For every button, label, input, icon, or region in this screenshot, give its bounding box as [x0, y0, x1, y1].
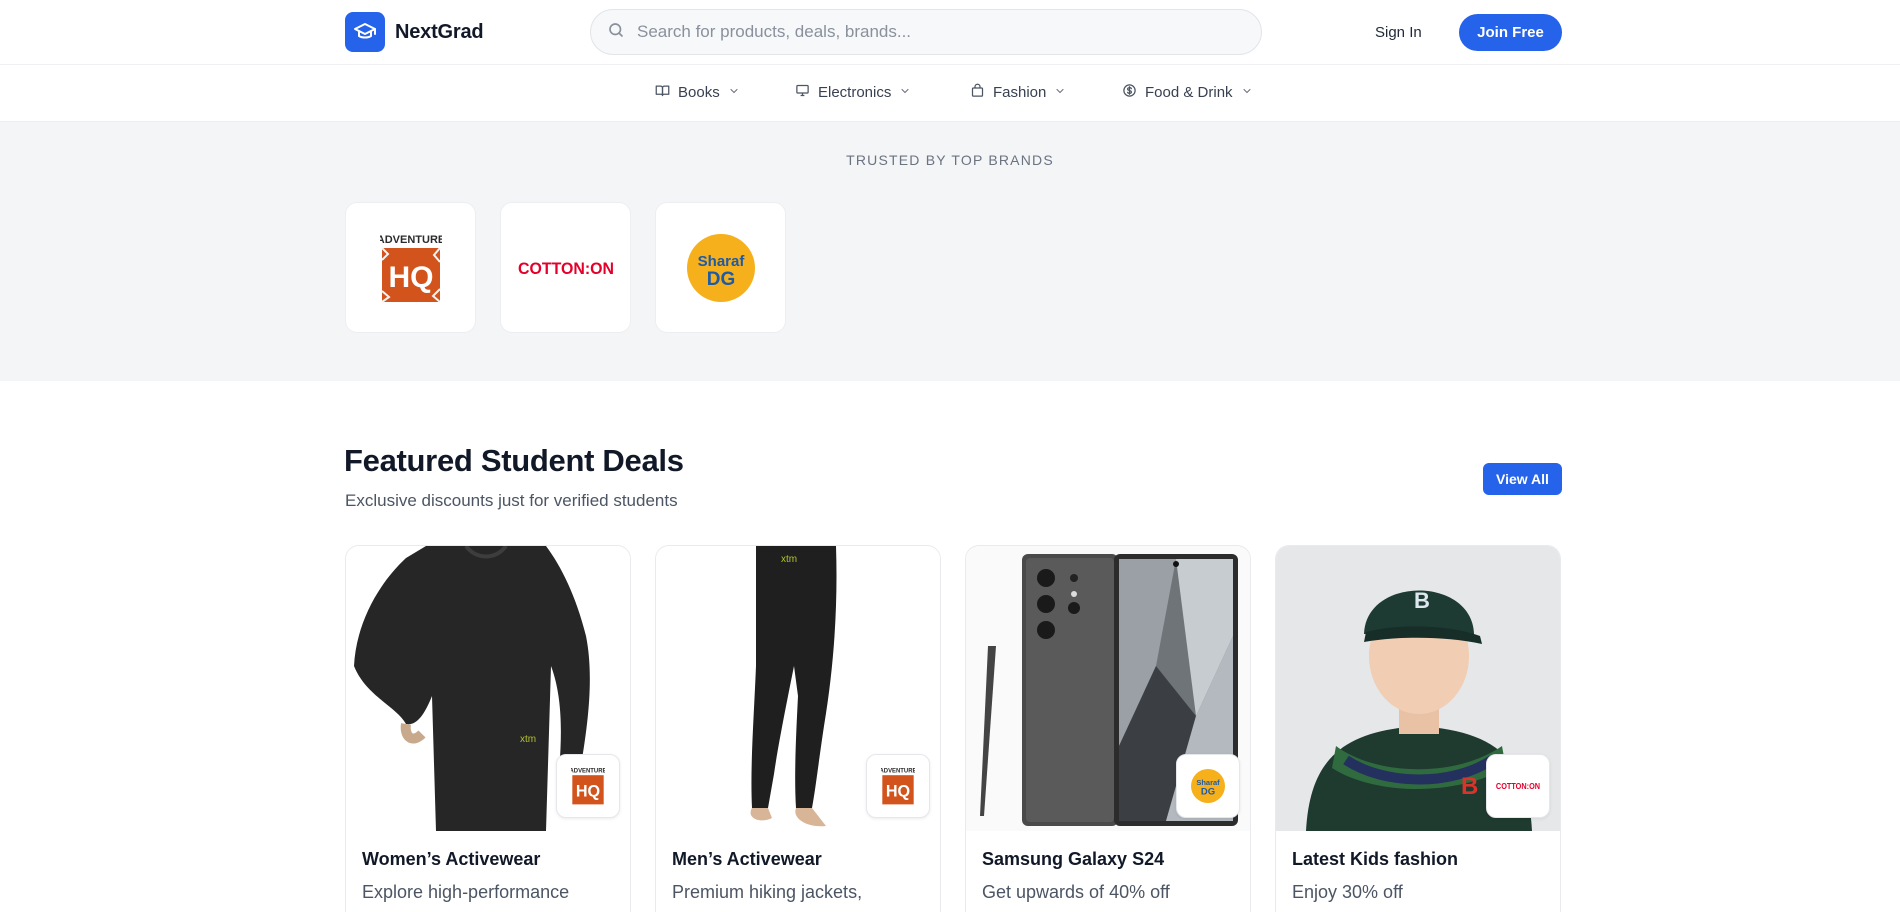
brand-tile-adventure-hq[interactable]: ADVENTURE HQ: [345, 202, 476, 333]
svg-text:DG: DG: [706, 269, 735, 290]
monitor-icon: [795, 83, 810, 102]
deal-title: Samsung Galaxy S24: [982, 849, 1165, 869]
nav-item-food-drink[interactable]: Food & Drink: [1122, 83, 1253, 102]
shopping-bag-icon: [970, 83, 985, 102]
deal-card-womens-activewear[interactable]: xtm ADVENTURE HQ Women’s Activewear Expl…: [345, 545, 631, 912]
deal-description: Get upwards of 40% off: [982, 882, 1170, 902]
site-name: NextGrad: [395, 20, 484, 43]
nav-item-label: Fashion: [993, 84, 1047, 101]
category-nav: Books Electronics Fashion Food & Drink: [0, 66, 1900, 122]
brand-badge-cotton-on: COTTON:ON: [1486, 754, 1550, 818]
deal-title: Men’s Activewear: [672, 849, 822, 869]
search-bar[interactable]: [590, 9, 1262, 55]
deal-card-kids-fashion[interactable]: B B COTTON:ON Latest Kids fashion Enjoy …: [1275, 545, 1561, 912]
svg-text:ADVENTURE: ADVENTURE: [881, 768, 915, 774]
brand-badge-sharaf-dg: Sharaf DG: [1176, 754, 1240, 818]
nav-item-electronics[interactable]: Electronics: [795, 83, 911, 102]
dollar-circle-icon: [1122, 83, 1137, 102]
trusted-brands-section: TRUSTED BY TOP BRANDS ADVENTURE HQ COTTO…: [0, 122, 1900, 381]
featured-subtitle: Exclusive discounts just for verified st…: [345, 491, 678, 510]
nav-item-label: Food & Drink: [1145, 84, 1233, 101]
svg-text:COTTON:ON: COTTON:ON: [518, 259, 614, 278]
graduation-cap-icon: [345, 12, 385, 52]
deal-description: Enjoy 30% off: [1292, 882, 1403, 902]
deal-description: Explore high-performance: [362, 882, 570, 902]
search-input[interactable]: [637, 22, 1237, 42]
cotton-on-logo: COTTON:ON: [518, 259, 614, 278]
svg-text:ADVENTURE: ADVENTURE: [380, 234, 442, 246]
svg-text:Sharaf: Sharaf: [1196, 778, 1220, 787]
site-logo[interactable]: NextGrad: [345, 12, 484, 52]
view-all-button[interactable]: View All: [1483, 463, 1562, 495]
brand-tile-cotton-on[interactable]: COTTON:ON: [500, 202, 631, 333]
svg-text:B: B: [1461, 773, 1478, 800]
chevron-down-icon: [899, 84, 911, 101]
top-header: NextGrad Sign In Join Free: [0, 0, 1900, 65]
deal-card-samsung-galaxy-s24[interactable]: Sharaf DG Samsung Galaxy S24 Get upwards…: [965, 545, 1251, 912]
svg-text:B: B: [1414, 588, 1430, 613]
nav-item-label: Electronics: [818, 84, 892, 101]
adventure-hq-logo: ADVENTURE HQ: [380, 234, 442, 303]
brand-badge-adventure-hq: ADVENTURE HQ: [556, 754, 620, 818]
trusted-brands-title: TRUSTED BY TOP BRANDS: [846, 152, 1054, 168]
featured-title: Featured Student Deals: [344, 443, 684, 478]
svg-text:COTTON:ON: COTTON:ON: [1496, 782, 1540, 791]
svg-text:HQ: HQ: [886, 782, 910, 800]
svg-text:Sharaf: Sharaf: [697, 253, 745, 270]
chevron-down-icon: [1054, 84, 1066, 101]
brand-tile-sharaf-dg[interactable]: Sharaf DG: [655, 202, 786, 333]
svg-text:ADVENTURE: ADVENTURE: [571, 768, 605, 774]
sign-in-link[interactable]: Sign In: [1375, 20, 1422, 44]
nav-item-fashion[interactable]: Fashion: [970, 83, 1066, 102]
svg-text:xtm: xtm: [520, 734, 536, 745]
deal-card-mens-activewear[interactable]: xtm ADVENTURE HQ Men’s Activewear Premiu…: [655, 545, 941, 912]
book-icon: [655, 83, 670, 102]
deal-description: Premium hiking jackets,: [672, 882, 863, 902]
search-icon: [607, 21, 625, 44]
sharaf-dg-logo: Sharaf DG: [686, 233, 755, 302]
join-free-button[interactable]: Join Free: [1459, 14, 1562, 51]
deal-title: Latest Kids fashion: [1292, 849, 1459, 869]
chevron-down-icon: [1241, 84, 1253, 101]
nav-item-books[interactable]: Books: [655, 83, 740, 102]
chevron-down-icon: [728, 84, 740, 101]
svg-text:xtm: xtm: [781, 554, 797, 565]
nav-item-label: Books: [678, 84, 720, 101]
svg-text:DG: DG: [1201, 787, 1215, 798]
brand-badge-adventure-hq: ADVENTURE HQ: [866, 754, 930, 818]
deal-title: Women’s Activewear: [362, 849, 541, 869]
svg-text:HQ: HQ: [576, 782, 600, 800]
svg-text:HQ: HQ: [388, 261, 433, 294]
